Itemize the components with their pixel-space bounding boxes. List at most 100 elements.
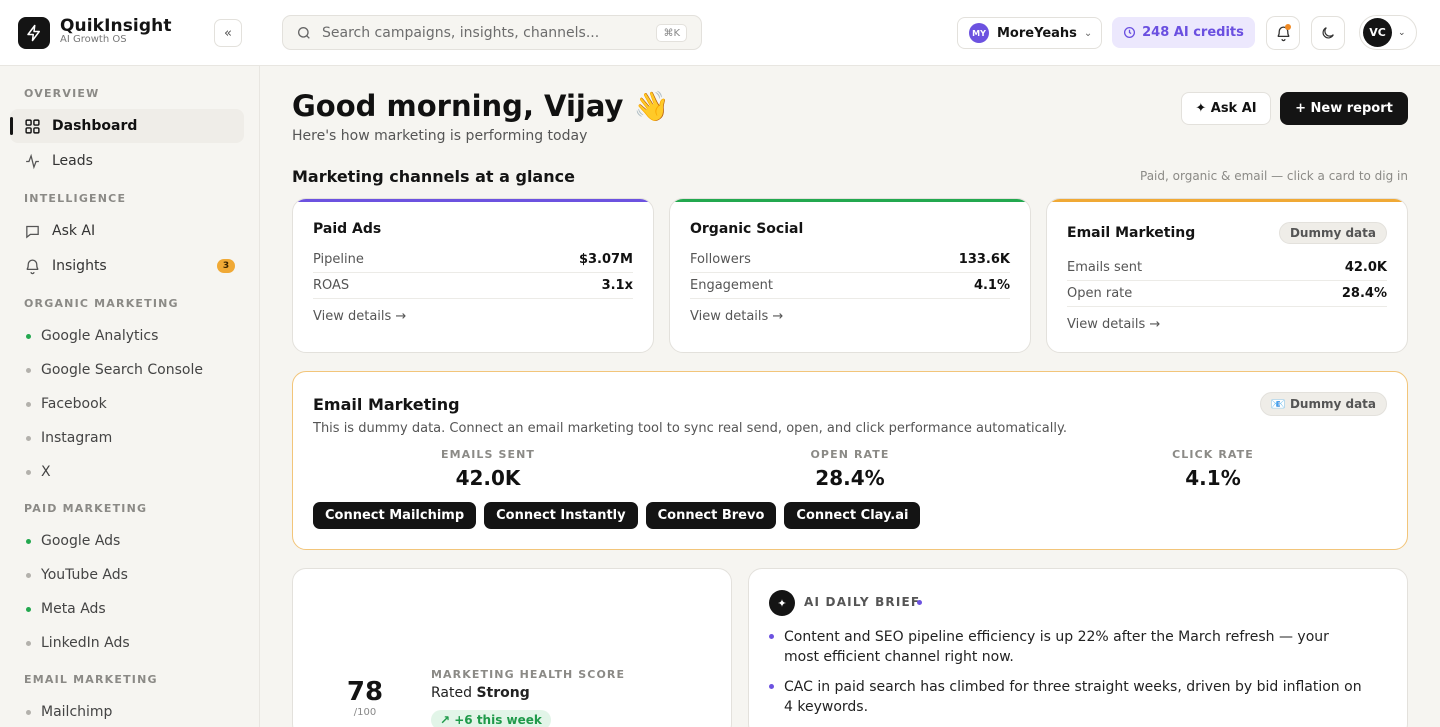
panel-description: This is dummy data. Connect an email mar…	[313, 421, 1067, 436]
chevron-down-icon: ⌄	[1083, 27, 1093, 39]
view-details-link[interactable]: View details →	[313, 309, 406, 324]
ai-daily-brief-card: ✦ AI DAILY BRIEF Content and SEO pipelin…	[748, 568, 1408, 727]
sidebar-item-label: YouTube Ads	[41, 567, 128, 583]
metric-value: 42.0K	[455, 466, 521, 490]
chevron-down-icon: ⌄	[1398, 27, 1406, 38]
metric-row: Pipeline $3.07M	[313, 247, 633, 273]
brief-title: AI DAILY BRIEF	[804, 595, 921, 609]
status-dot	[26, 709, 31, 715]
app-logo[interactable]	[18, 17, 50, 49]
card-title: Email Marketing	[1067, 225, 1196, 241]
search-shortcut: ⌘K	[656, 24, 687, 42]
metric-value: 28.4%	[1341, 286, 1387, 301]
search-input[interactable]	[322, 24, 652, 41]
search-bar[interactable]: ⌘K	[282, 15, 702, 50]
sidebar-item-facebook[interactable]: Facebook	[10, 389, 244, 419]
status-dot	[26, 469, 31, 475]
sidebar-item-x[interactable]: X	[10, 457, 244, 487]
section-label-overview: OVERVIEW	[24, 87, 100, 100]
grid-icon	[24, 118, 41, 135]
health-trend-badge: ↗ +6 this week	[431, 710, 551, 727]
metric-value: 4.1%	[1185, 466, 1241, 490]
channels-section-title: Marketing channels at a glance	[292, 167, 575, 186]
metric-label: CLICK RATE	[1172, 448, 1254, 461]
ask-ai-button[interactable]: ✦ Ask AI	[1181, 92, 1271, 125]
collapse-sidebar-button[interactable]: «	[214, 19, 242, 47]
view-details-link[interactable]: View details →	[690, 309, 783, 324]
metric-value: 42.0K	[1344, 260, 1387, 275]
status-dot	[26, 572, 31, 578]
user-menu-button[interactable]: VC ⌄	[1359, 15, 1417, 50]
sparkle-icon: ✦	[769, 590, 795, 616]
connect-clay-button[interactable]: Connect Clay.ai	[784, 502, 921, 529]
card-title: Organic Social	[690, 221, 804, 237]
bullet-icon	[769, 684, 774, 689]
channel-card-organic-social[interactable]: Organic Social Followers 133.6K Engageme…	[669, 198, 1031, 353]
channel-card-paid-ads[interactable]: Paid Ads Pipeline $3.07M ROAS 3.1x View …	[292, 198, 654, 353]
moon-icon	[1322, 27, 1334, 39]
page-title: Good morning, Vijay 👋	[292, 89, 670, 123]
sidebar-item-leads[interactable]: Leads	[10, 144, 244, 178]
metric-row: Open rate 28.4%	[1067, 281, 1387, 307]
sidebar-item-google-ads[interactable]: Google Ads	[10, 526, 244, 556]
workspace-name: MoreYeahs	[997, 25, 1077, 41]
sidebar-item-label: Instagram	[41, 430, 113, 446]
clock-icon	[1123, 26, 1136, 39]
sidebar-item-label: Ask AI	[52, 223, 96, 239]
theme-toggle-button[interactable]	[1311, 16, 1345, 50]
sidebar-item-label: LinkedIn Ads	[41, 635, 130, 651]
sidebar-item-label: Leads	[52, 153, 93, 169]
sidebar-item-dashboard[interactable]: Dashboard	[10, 109, 244, 143]
status-dot	[26, 401, 31, 407]
sidebar-item-label: Google Search Console	[41, 362, 203, 378]
ai-credits-label: 248 AI credits	[1142, 25, 1244, 40]
metric-value: 28.4%	[815, 466, 885, 490]
live-dot	[917, 600, 922, 605]
connect-mailchimp-button[interactable]: Connect Mailchimp	[313, 502, 477, 529]
status-dot	[26, 333, 31, 339]
sidebar-item-label: Google Ads	[41, 533, 121, 549]
sidebar-item-google-search-console[interactable]: Google Search Console	[10, 355, 244, 385]
sidebar-item-label: Insights	[52, 258, 107, 274]
section-label-paid: PAID MARKETING	[24, 502, 148, 515]
sidebar-item-instagram[interactable]: Instagram	[10, 423, 244, 453]
sidebar-item-linkedin-ads[interactable]: LinkedIn Ads	[10, 628, 244, 658]
sidebar-item-mailchimp[interactable]: Mailchimp	[10, 697, 244, 727]
bullet-icon	[769, 634, 774, 639]
view-details-link[interactable]: View details →	[1067, 317, 1160, 332]
status-dot	[26, 640, 31, 646]
section-label-email: EMAIL MARKETING	[24, 673, 158, 686]
connect-instantly-button[interactable]: Connect Instantly	[484, 502, 638, 529]
top-bar: QuikInsight AI Growth OS « ⌘K MY MoreYea…	[0, 0, 1440, 66]
sidebar: OVERVIEW Dashboard Leads INTELLIGENCE As…	[0, 66, 260, 727]
health-rating: Rated Strong	[431, 685, 530, 701]
sidebar-item-insights[interactable]: Insights 3	[10, 249, 244, 283]
ai-credits-badge[interactable]: 248 AI credits	[1112, 17, 1255, 48]
metric-label: Pipeline	[313, 252, 364, 267]
dummy-data-badge: 📧 Dummy data	[1259, 392, 1387, 416]
sidebar-item-meta-ads[interactable]: Meta Ads	[10, 594, 244, 624]
health-score-label: MARKETING HEALTH SCORE	[431, 668, 626, 681]
channel-card-email-marketing[interactable]: Email Marketing Dummy data Emails sent 4…	[1046, 198, 1408, 353]
metric-row: Followers 133.6K	[690, 247, 1010, 273]
new-report-button[interactable]: + New report	[1280, 92, 1408, 125]
metric-value: 4.1%	[973, 278, 1010, 293]
metric-click-rate: CLICK RATE 4.1%	[1113, 448, 1313, 490]
metric-row: ROAS 3.1x	[313, 273, 633, 299]
sidebar-item-label: Facebook	[41, 396, 107, 412]
metric-label: Engagement	[690, 278, 773, 293]
workspace-switcher[interactable]: MY MoreYeahs ⌄	[957, 17, 1102, 49]
notification-dot	[1285, 24, 1291, 30]
metric-label: Emails sent	[1067, 260, 1143, 275]
status-dot	[26, 538, 31, 544]
metric-value: $3.07M	[578, 252, 633, 267]
notifications-button[interactable]	[1266, 16, 1300, 50]
sidebar-item-ask-ai[interactable]: Ask AI	[10, 214, 244, 248]
status-dot	[26, 435, 31, 441]
card-accent-bar	[670, 199, 1030, 202]
sidebar-item-youtube-ads[interactable]: YouTube Ads	[10, 560, 244, 590]
metric-emails-sent: EMAILS SENT 42.0K	[388, 448, 588, 490]
sidebar-item-label: Mailchimp	[41, 704, 113, 720]
sidebar-item-google-analytics[interactable]: Google Analytics	[10, 321, 244, 351]
connect-brevo-button[interactable]: Connect Brevo	[645, 502, 777, 529]
